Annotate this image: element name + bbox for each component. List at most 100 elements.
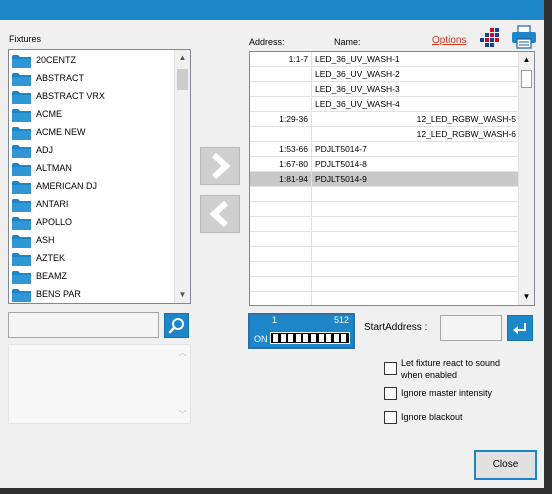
ignore-master-label: Ignore master intensity xyxy=(401,388,493,398)
start-address-label: StartAddress : xyxy=(364,322,428,333)
dip-switch[interactable] xyxy=(311,334,316,342)
patch-table-scrollbar[interactable]: ▲ ▼ xyxy=(518,52,534,305)
table-row[interactable] xyxy=(250,232,518,247)
dip-switch-bar xyxy=(270,332,350,344)
dip-switch-display[interactable]: 1 512 ON xyxy=(248,313,355,349)
start-address-input[interactable] xyxy=(440,315,502,341)
list-item[interactable]: BENS PAR xyxy=(12,286,172,303)
list-item[interactable]: ANTARI xyxy=(12,196,172,214)
info-scrollbar[interactable]: ︿ ﹀ xyxy=(175,345,190,423)
search-button[interactable] xyxy=(164,313,189,338)
folder-icon xyxy=(12,145,31,158)
table-row[interactable]: LED_36_UV_WASH-2 xyxy=(250,67,518,82)
column-divider xyxy=(311,157,312,171)
dip-switch[interactable] xyxy=(280,334,286,342)
scroll-thumb[interactable] xyxy=(521,70,532,88)
table-row[interactable]: 1:81-94 PDJLT5014-9 xyxy=(250,172,518,187)
close-button[interactable]: Close xyxy=(474,450,537,480)
list-item[interactable]: AZTEK xyxy=(12,250,172,268)
table-row[interactable]: LED_36_UV_WASH-4 xyxy=(250,97,518,112)
list-item[interactable]: 20CENTZ xyxy=(12,52,172,70)
fixture-label: ADJ xyxy=(36,145,54,155)
row-name: LED_36_UV_WASH-1 xyxy=(315,54,400,64)
fixture-patch-window: Fixtures Address: Name: Options 20CENTZ … xyxy=(0,0,544,488)
table-row[interactable]: 1:1-7 LED_36_UV_WASH-1 xyxy=(250,52,518,67)
list-item[interactable]: ACME NEW xyxy=(12,124,172,142)
fixture-label: ANTARI xyxy=(36,199,69,209)
remove-fixture-button[interactable] xyxy=(200,195,240,233)
enter-button[interactable] xyxy=(507,315,533,341)
scroll-up-icon[interactable]: ▲ xyxy=(519,52,534,68)
folder-icon xyxy=(12,199,31,212)
table-row[interactable]: 1:29-36 12_LED_RGBW_WASH-5 xyxy=(250,112,518,127)
chevron-right-icon xyxy=(211,152,231,180)
add-fixture-button[interactable] xyxy=(200,147,240,185)
ignore-master-checkbox[interactable] xyxy=(384,387,397,400)
ignore-blackout-label: Ignore blackout xyxy=(401,412,463,422)
options-link[interactable]: Options xyxy=(432,35,466,46)
folder-icon xyxy=(12,91,31,104)
table-row[interactable] xyxy=(250,292,518,305)
dip-switch[interactable] xyxy=(333,334,339,342)
list-item[interactable]: ASH xyxy=(12,232,172,250)
row-address: 1:29-36 xyxy=(279,114,308,124)
table-row[interactable] xyxy=(250,217,518,232)
fixture-label: AMERICAN DJ xyxy=(36,181,98,191)
ignore-blackout-checkbox[interactable] xyxy=(384,411,397,424)
address-header: Address: xyxy=(249,37,285,47)
dip-switch[interactable] xyxy=(288,334,294,342)
table-row[interactable] xyxy=(250,187,518,202)
fixture-search-input[interactable] xyxy=(8,312,159,338)
folder-icon xyxy=(12,181,31,194)
list-item[interactable]: BEAMZ xyxy=(12,268,172,286)
scroll-down-icon[interactable]: ▼ xyxy=(519,289,534,305)
printer-icon[interactable] xyxy=(511,25,537,49)
scroll-up-icon[interactable]: ▲ xyxy=(175,50,190,66)
table-row[interactable] xyxy=(250,262,518,277)
list-item[interactable]: ADJ xyxy=(12,142,172,160)
folder-icon xyxy=(12,109,31,122)
fixture-list[interactable]: 20CENTZ ABSTRACT ABSTRACT VRX ACME ACME NEW A… xyxy=(8,49,191,304)
table-row[interactable] xyxy=(250,247,518,262)
list-item[interactable]: APOLLO xyxy=(12,214,172,232)
fixture-list-scrollbar[interactable]: ▲ ▼ xyxy=(174,50,190,303)
list-item[interactable]: AMERICAN DJ xyxy=(12,178,172,196)
dip-switch[interactable] xyxy=(303,334,309,342)
title-bar[interactable] xyxy=(0,0,544,20)
folder-icon xyxy=(12,127,31,140)
folder-icon xyxy=(12,217,31,230)
dip-switch[interactable] xyxy=(341,334,347,342)
column-divider xyxy=(311,277,312,291)
table-row[interactable]: LED_36_UV_WASH-3 xyxy=(250,82,518,97)
fixture-info-area: ︿ ﹀ xyxy=(8,344,191,424)
dip-switch[interactable] xyxy=(318,334,324,342)
table-row[interactable]: 1:67-80 PDJLT5014-8 xyxy=(250,157,518,172)
list-item[interactable]: ACME xyxy=(12,106,172,124)
column-divider xyxy=(311,262,312,276)
fixture-label: ALTMAN xyxy=(36,163,72,173)
table-row[interactable] xyxy=(250,202,518,217)
column-divider xyxy=(311,127,312,141)
list-item[interactable]: ABSTRACT VRX xyxy=(12,88,172,106)
scroll-down-icon[interactable]: ﹀ xyxy=(175,407,190,423)
patch-table[interactable]: 1:1-7 LED_36_UV_WASH-1 LED_36_UV_WASH-2 LED… xyxy=(249,51,535,306)
fixture-label: APOLLO xyxy=(36,217,73,227)
folder-icon xyxy=(12,55,31,68)
dip-switch[interactable] xyxy=(295,334,301,342)
table-row[interactable]: 1:53-66 PDJLT5014-7 xyxy=(250,142,518,157)
column-divider xyxy=(311,142,312,156)
scroll-thumb[interactable] xyxy=(177,69,188,90)
table-row[interactable]: 12_LED_RGBW_WASH-6 xyxy=(250,127,518,142)
row-name: PDJLT5014-8 xyxy=(315,159,367,169)
list-item[interactable]: ALTMAN xyxy=(12,160,172,178)
dip-switch[interactable] xyxy=(273,334,278,342)
column-divider xyxy=(311,232,312,246)
table-row[interactable] xyxy=(250,277,518,292)
list-item[interactable]: ABSTRACT xyxy=(12,70,172,88)
dip-switch[interactable] xyxy=(326,334,332,342)
fixture-label: BENS PAR xyxy=(36,289,81,299)
scroll-up-icon[interactable]: ︿ xyxy=(175,345,190,361)
scroll-down-icon[interactable]: ▼ xyxy=(175,287,190,303)
react-to-sound-checkbox[interactable] xyxy=(384,362,397,375)
grid-icon[interactable] xyxy=(480,27,502,47)
